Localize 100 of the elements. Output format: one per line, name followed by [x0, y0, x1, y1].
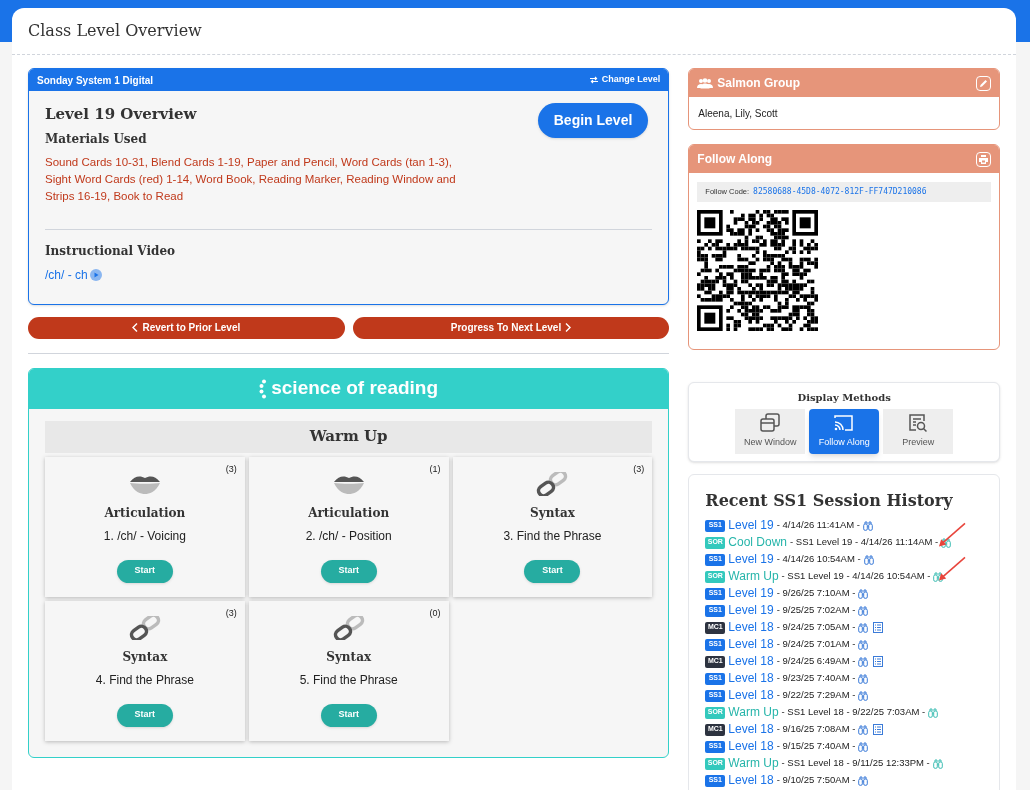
binoculars-icon[interactable] — [858, 605, 869, 616]
report-icon[interactable] — [873, 656, 884, 667]
start-button[interactable]: Start — [116, 559, 173, 583]
binoculars-icon[interactable] — [858, 775, 869, 786]
session-link[interactable]: Level 19 — [728, 586, 774, 601]
binoculars-icon[interactable] — [928, 707, 939, 718]
session-link[interactable]: Warm Up — [728, 569, 779, 584]
activity-category: Syntax — [326, 648, 372, 666]
chevron-right-icon — [565, 323, 572, 332]
materials-heading: Materials Used — [45, 130, 148, 148]
activity-name: 3. Find the Phrase — [503, 527, 602, 545]
begin-level-button[interactable]: Begin Level — [537, 103, 649, 138]
chain-link-icon — [332, 615, 365, 640]
activity-name: 5. Find the Phrase — [299, 671, 398, 689]
session-detail: - 9/23/25 7:40AM - — [776, 671, 856, 686]
binoculars-icon[interactable] — [863, 554, 874, 565]
binoculars-icon[interactable] — [941, 537, 952, 548]
follow-along-title: Follow Along — [697, 151, 773, 168]
session-detail: - SS1 Level 18 - 9/11/25 12:33PM - — [781, 756, 930, 771]
chain-link-icon — [536, 471, 569, 496]
session-detail: - 9/24/25 7:05AM - — [776, 620, 856, 635]
binoculars-icon[interactable] — [858, 673, 869, 684]
activity-category: Articulation — [104, 504, 186, 522]
session-detail: - SS1 Level 19 - 4/14/26 11:14AM - — [790, 535, 939, 550]
pencil-icon — [979, 78, 988, 88]
session-link[interactable]: Level 18 — [728, 654, 774, 669]
edit-button[interactable] — [976, 75, 991, 91]
binoculars-icon[interactable] — [858, 656, 869, 667]
start-button[interactable]: Start — [320, 703, 377, 727]
session-detail: - 4/14/26 11:41AM - — [776, 518, 860, 533]
session-detail: - 9/25/25 7:02AM - — [776, 603, 856, 618]
materials-list: Sound Cards 10-31, Blend Cards 1-19, Paper and Pencil, Word Cards (tan 1-3), Sight Word Cards (red) 1-14, Word Book, Reading Marker, Reading Window and Strips 16-19, Book to Read — [45, 153, 465, 205]
binoculars-icon[interactable] — [858, 741, 869, 752]
session-link[interactable]: Warm Up — [728, 756, 779, 771]
session-detail: - 4/14/26 10:54AM - — [776, 552, 861, 567]
session-link[interactable]: Level 19 — [728, 603, 774, 618]
display-option-tab[interactable]: Preview — [883, 409, 954, 454]
play-icon — [89, 268, 102, 281]
change-level-link[interactable]: Change Level — [589, 73, 661, 87]
session-link[interactable]: Level 18 — [728, 620, 774, 635]
session-link[interactable]: Level 19 — [728, 552, 774, 567]
print-button[interactable] — [976, 151, 991, 167]
page-title: Class Level Overview — [28, 20, 202, 42]
session-detail: - 9/24/25 7:01AM - — [776, 637, 856, 652]
session-detail: - 9/26/25 7:10AM - — [776, 586, 856, 601]
display-option-tab[interactable]: Follow Along — [809, 409, 880, 454]
session-detail: - SS1 Level 18 - 9/22/25 7:03AM - — [781, 705, 926, 720]
follow-code: 82580688-45D8-4072-812F-FF747D210086 — [753, 186, 927, 198]
chevron-left-icon — [132, 323, 139, 332]
count-label: (3) — [633, 462, 645, 476]
start-button[interactable]: Start — [320, 559, 377, 583]
windows-icon — [759, 413, 782, 434]
report-icon[interactable] — [873, 622, 884, 633]
chain-link-icon — [128, 615, 161, 640]
session-link[interactable]: Level 19 — [728, 518, 774, 533]
level-heading: Level 19 Overview — [45, 104, 197, 125]
session-link[interactable]: Level 18 — [728, 722, 774, 737]
section-heading: Warm Up — [309, 426, 388, 448]
activity-name: 2. /ch/ - Position — [305, 527, 392, 545]
session-link[interactable]: Level 18 — [728, 773, 774, 788]
printer-icon — [979, 154, 988, 164]
logo-icon — [259, 378, 268, 399]
start-button[interactable]: Start — [524, 559, 581, 583]
progress-button[interactable]: Progress To Next Level — [352, 316, 670, 339]
session-link[interactable]: Warm Up — [728, 705, 779, 720]
video-link[interactable]: /ch/ - ch — [45, 265, 653, 284]
session-link[interactable]: Level 18 — [728, 637, 774, 652]
activity-category: Articulation — [308, 504, 390, 522]
session-detail: - 9/16/25 7:08AM - — [776, 722, 856, 737]
binoculars-icon[interactable] — [858, 724, 869, 735]
group-name: Salmon Group — [717, 75, 800, 92]
group-members: Aleena, Lily, Scott — [698, 106, 778, 121]
display-methods-heading: Display Methods — [797, 391, 891, 405]
activity-category: Syntax — [122, 648, 168, 666]
swap-icon — [589, 76, 598, 84]
binoculars-icon[interactable] — [858, 622, 869, 633]
session-detail: - 9/22/25 7:29AM - — [776, 688, 856, 703]
count-label: (3) — [225, 462, 237, 476]
report-icon[interactable] — [873, 724, 884, 735]
binoculars-icon[interactable] — [858, 690, 869, 701]
activity-name: 4. Find the Phrase — [95, 671, 194, 689]
activity-name: 1. /ch/ - Voicing — [103, 527, 186, 545]
binoculars-icon[interactable] — [858, 639, 869, 650]
session-link[interactable]: Level 18 — [728, 688, 774, 703]
binoculars-icon[interactable] — [862, 520, 873, 531]
session-link[interactable]: Level 18 — [728, 671, 774, 686]
binoculars-icon[interactable] — [932, 758, 943, 769]
session-detail: - SS1 Level 19 - 4/14/26 10:54AM - — [781, 569, 931, 584]
activity-category: Syntax — [530, 504, 575, 522]
program-name: Sonday System 1 Digital — [37, 73, 154, 88]
session-link[interactable]: Cool Down — [728, 535, 788, 550]
binoculars-icon[interactable] — [858, 588, 869, 599]
display-option-tab[interactable]: New Window — [735, 409, 806, 454]
count-label: (3) — [225, 606, 237, 620]
count-label: (1) — [429, 462, 441, 476]
cast-icon — [833, 413, 856, 434]
binoculars-icon[interactable] — [933, 571, 944, 582]
revert-button[interactable]: Revert to Prior Level — [28, 316, 345, 339]
session-link[interactable]: Level 18 — [728, 739, 774, 754]
start-button[interactable]: Start — [116, 703, 173, 727]
